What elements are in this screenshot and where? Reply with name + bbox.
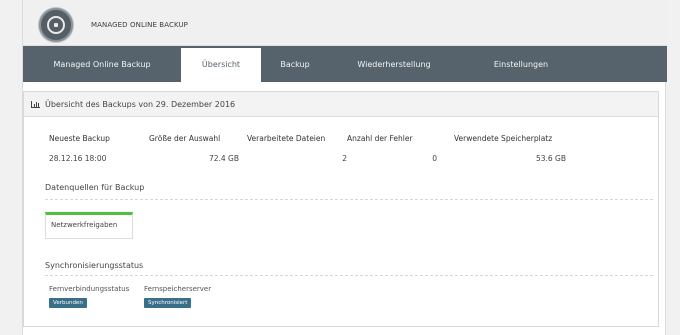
status-badge-connected: Verbunden — [49, 298, 87, 308]
stat-error-count: Anzahl der Fehler 0 — [347, 134, 437, 163]
app-header: MANAGED ONLINE BACKUP — [23, 0, 667, 46]
stat-label: Verarbeitete Dateien — [247, 134, 326, 143]
stat-label: Anzahl der Fehler — [347, 134, 413, 143]
sync-title: Synchronisierungsstatus — [45, 261, 144, 270]
tab-managed-online-backup[interactable]: Managed Online Backup — [23, 46, 181, 82]
stat-latest-backup: Neueste Backup 28.12.16 18:00 — [49, 134, 110, 163]
sync-label-connection: Fernverbindungsstatus — [49, 285, 130, 293]
lock-refresh-icon — [39, 8, 73, 42]
sync-label-server: Fernspeicherserver — [144, 285, 212, 293]
overview-title: Übersicht des Backups von 29. Dezember 2… — [45, 99, 236, 109]
stat-selection-size: Größe der Auswahl 72.4 GB — [149, 134, 239, 163]
stat-value: 28.12.16 18:00 — [49, 154, 107, 163]
main-nav: Managed Online Backup Übersicht Backup W… — [23, 46, 667, 82]
stat-value: 72.4 GB — [208, 154, 239, 163]
status-badge-synchronized: Synchronisiert — [144, 298, 192, 308]
stat-label: Neueste Backup — [49, 134, 110, 143]
stat-value: 2 — [342, 154, 347, 163]
app-title: MANAGED ONLINE BACKUP — [91, 21, 188, 29]
tab-uebersicht[interactable]: Übersicht — [181, 48, 261, 82]
divider — [45, 199, 653, 200]
stat-label: Verwendete Speicherplatz — [454, 134, 553, 143]
stat-label: Größe der Auswahl — [149, 134, 221, 143]
tab-backup[interactable]: Backup — [261, 46, 329, 82]
tab-einstellungen[interactable]: Einstellungen — [459, 46, 583, 82]
sources-title: Datenquellen für Backup — [45, 183, 145, 192]
app-frame: MANAGED ONLINE BACKUP Managed Online Bac… — [22, 0, 667, 335]
source-card-netzwerkfreigaben[interactable]: Netzwerkfreigaben — [45, 212, 133, 239]
tab-wiederherstellung[interactable]: Wiederherstellung — [329, 46, 459, 82]
stat-processed-files: Verarbeitete Dateien 2 — [247, 134, 347, 163]
stat-used-storage: Verwendete Speicherplatz 53.6 GB — [454, 134, 566, 163]
divider — [45, 275, 653, 276]
bar-chart-icon — [31, 100, 40, 108]
overview-header: Übersicht des Backups von 29. Dezember 2… — [24, 92, 658, 117]
overview-panel: Übersicht des Backups von 29. Dezember 2… — [23, 91, 659, 327]
stat-value: 53.6 GB — [535, 154, 566, 163]
stat-value: 0 — [432, 154, 437, 163]
